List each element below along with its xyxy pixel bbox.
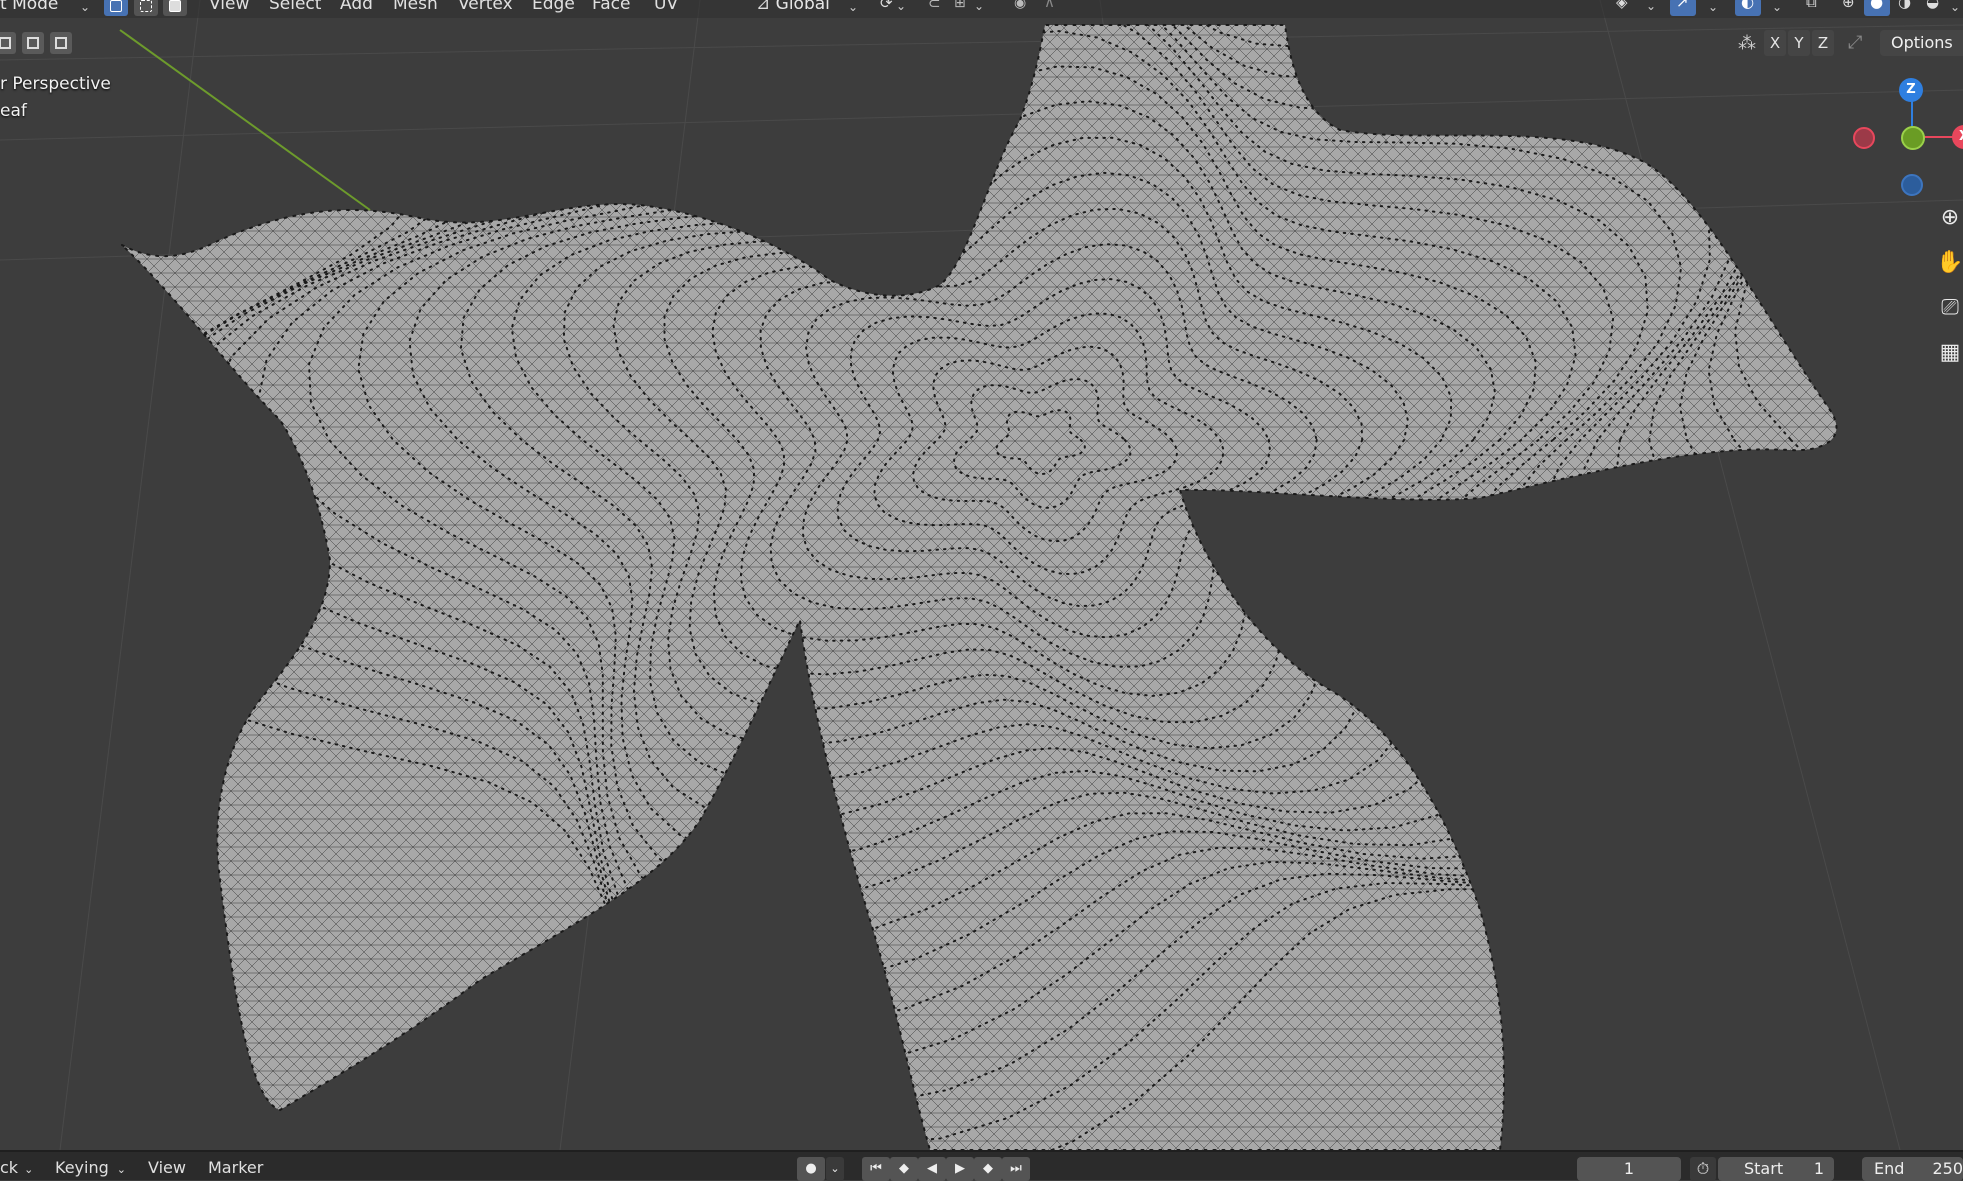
select-mode-tools <box>0 32 80 54</box>
orientation-label: Global <box>776 0 830 14</box>
select-subtract-icon[interactable] <box>50 32 72 54</box>
proportional-edit-icon[interactable]: ◉ <box>1008 0 1034 16</box>
menu-uv[interactable]: UV <box>654 0 678 11</box>
mesh-object <box>0 0 1963 1150</box>
menu-vertex[interactable]: Vertex <box>458 0 513 11</box>
start-label: Start <box>1744 1157 1783 1181</box>
snap-increment-icon[interactable]: ⊞⌄ <box>952 0 978 16</box>
jump-end-icon[interactable]: ⏭ <box>1002 1157 1030 1181</box>
rendered-shading-icon[interactable]: ◒ <box>1920 0 1946 16</box>
orientation-dropdown[interactable]: ⊿ Global⌄ <box>756 0 830 11</box>
auto-keying-icon[interactable]: ● <box>797 1157 825 1181</box>
stopwatch-icon[interactable]: ⏱ <box>1690 1157 1716 1181</box>
start-frame-field[interactable]: Start 1 <box>1718 1157 1834 1181</box>
view-perspective-label: r Perspective <box>0 74 111 94</box>
pivot-point-icon[interactable]: ⟳⌄ <box>876 0 902 16</box>
orientation-icon: ⊿ <box>756 0 770 14</box>
overlays-icon[interactable]: ◐ <box>1735 0 1761 16</box>
menu-add[interactable]: Add <box>340 0 373 11</box>
y-axis-line <box>120 30 370 210</box>
solid-shading-icon[interactable]: ● <box>1864 0 1890 16</box>
vertex-select-button[interactable] <box>104 0 128 16</box>
menu-face[interactable]: Face <box>592 0 630 11</box>
edge-select-button[interactable] <box>134 0 158 16</box>
chevron-down-icon: ⌄ <box>848 0 858 14</box>
gizmo-z-axis[interactable]: Z <box>1899 78 1923 102</box>
jump-start-icon[interactable]: ⏮ <box>862 1157 890 1181</box>
visibility-icon[interactable]: ◈⌄ <box>1612 0 1638 16</box>
keying-menu[interactable]: Keying ⌄ <box>55 1158 126 1177</box>
mirror-icon: ⁂ <box>1738 33 1756 54</box>
material-shading-icon[interactable]: ◑ <box>1892 0 1918 16</box>
viewport-scene[interactable] <box>0 0 1963 1150</box>
mode-label: t Mode <box>0 0 58 14</box>
end-value: 250 <box>1932 1157 1963 1181</box>
chevron-down-icon: ⌄ <box>80 0 90 14</box>
select-extend-icon[interactable] <box>22 32 44 54</box>
zoom-icon[interactable]: ⊕ <box>1936 204 1963 232</box>
snap-icon[interactable]: ⊂ <box>924 0 950 16</box>
camera-icon[interactable]: ⎚ <box>1936 294 1963 322</box>
3d-viewport[interactable] <box>0 0 1963 1150</box>
playback-menu[interactable]: ck ⌄ <box>0 1158 33 1177</box>
play-icon[interactable]: ▶ <box>946 1157 974 1181</box>
hand-pan-icon[interactable]: ✋ <box>1936 249 1963 277</box>
start-value: 1 <box>1814 1157 1824 1181</box>
chevron-down-icon[interactable]: ⌄ <box>1708 0 1718 14</box>
end-frame-field[interactable]: End 250 <box>1862 1157 1963 1181</box>
mirror-y-button[interactable]: Y <box>1788 30 1810 56</box>
select-new-icon[interactable] <box>0 32 16 54</box>
next-keyframe-icon[interactable]: ◆ <box>974 1157 1002 1181</box>
menu-mesh[interactable]: Mesh <box>393 0 438 11</box>
gizmo-y-axis[interactable] <box>1901 126 1925 150</box>
gizmo-negative-x[interactable] <box>1853 127 1875 149</box>
keying-label: Keying <box>55 1158 109 1177</box>
wireframe-shading-icon[interactable]: ⊕ <box>1836 0 1862 16</box>
current-frame-field[interactable]: 1 <box>1577 1157 1681 1181</box>
mirror-z-button[interactable]: Z <box>1812 30 1834 56</box>
menu-view[interactable]: View <box>209 0 249 11</box>
timeline-view-menu[interactable]: View <box>148 1158 186 1177</box>
play-reverse-icon[interactable]: ◀ <box>918 1157 946 1181</box>
chevron-down-icon[interactable]: ⌄ <box>1772 0 1782 14</box>
chevron-down-icon[interactable]: ⌄ <box>826 1157 844 1181</box>
chevron-down-icon: ⌄ <box>117 1163 126 1176</box>
menu-edge[interactable]: Edge <box>532 0 575 11</box>
mode-dropdown[interactable]: t Mode⌄ <box>0 0 58 11</box>
gizmo-toggle-icon[interactable]: ↗ <box>1670 0 1696 16</box>
mirror-x-button[interactable]: X <box>1764 30 1786 56</box>
auto-merge-icon[interactable]: ⤢ <box>1848 32 1862 53</box>
chevron-down-icon[interactable]: ⌄ <box>1950 0 1960 14</box>
timeline-header: ck⌄ Keying⌄ View Marker ● ⌄ ⏮ ◆ ◀ ▶ ◆ ⏭ … <box>0 1150 1963 1180</box>
face-select-button[interactable] <box>163 0 187 16</box>
viewport-header: t Mode⌄ View Select Add Mesh Vertex Edge… <box>0 0 1963 18</box>
end-label: End <box>1874 1157 1904 1181</box>
playback-label: ck <box>0 1158 18 1177</box>
chevron-down-icon: ⌄ <box>24 1163 33 1176</box>
grid-view-icon[interactable]: ▦ <box>1936 339 1963 367</box>
prev-keyframe-icon[interactable]: ◆ <box>890 1157 918 1181</box>
gizmo-negative-z[interactable] <box>1901 174 1923 196</box>
options-button[interactable]: Options <box>1880 30 1963 56</box>
menu-select[interactable]: Select <box>269 0 321 11</box>
falloff-icon[interactable]: ∧ <box>1040 0 1066 16</box>
object-name-label: eaf <box>0 101 27 121</box>
xray-icon[interactable]: ⧉ <box>1800 0 1826 16</box>
marker-menu[interactable]: Marker <box>208 1158 263 1177</box>
